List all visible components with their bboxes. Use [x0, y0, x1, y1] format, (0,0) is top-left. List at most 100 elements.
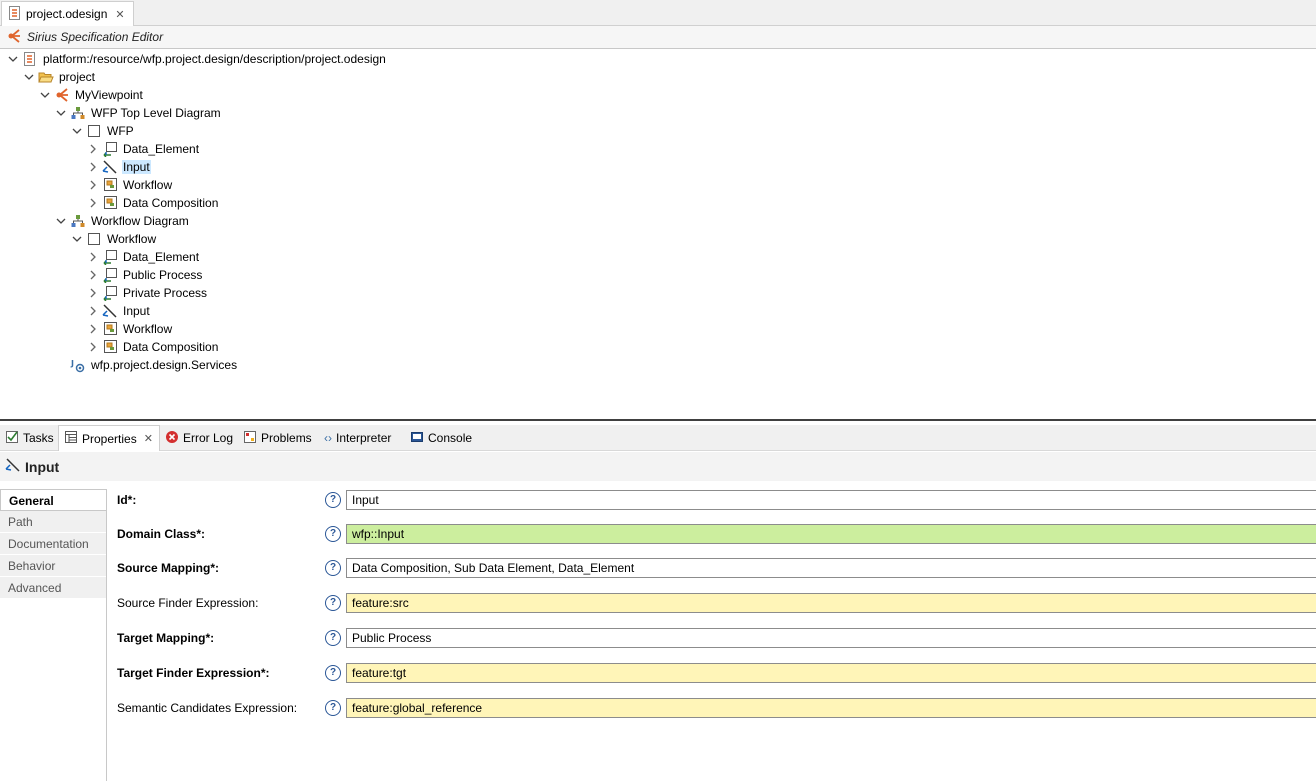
property-row-semantic-candidates-expression: Semantic Candidates Expression: ? featur… — [107, 698, 1316, 720]
folder-open-icon — [38, 69, 54, 85]
tree-node[interactable]: Data_Element — [88, 248, 200, 266]
chevron-right-icon[interactable] — [88, 270, 98, 280]
tree-node-label: Data_Element — [123, 250, 200, 264]
layer-icon — [86, 231, 102, 247]
chevron-right-icon[interactable] — [88, 324, 98, 334]
semantic-candidates-expression-field[interactable]: feature:global_reference — [346, 698, 1316, 718]
diagram-icon — [70, 105, 86, 121]
chevron-down-icon[interactable] — [72, 126, 82, 136]
target-mapping-field[interactable]: Public Process — [346, 628, 1316, 648]
layer-icon — [86, 123, 102, 139]
relation-edge-icon — [102, 303, 118, 319]
tab-interpreter[interactable]: ‹› Interpreter — [324, 425, 391, 451]
chevron-right-icon[interactable] — [88, 342, 98, 352]
chevron-right-icon[interactable] — [88, 162, 98, 172]
odesign-file-icon — [8, 5, 22, 23]
property-label: Id*: — [117, 493, 137, 507]
side-tab-documentation[interactable]: Documentation — [0, 533, 106, 555]
property-label: Target Mapping*: — [117, 631, 215, 645]
close-icon[interactable]: ✕ — [144, 432, 153, 445]
help-icon[interactable]: ? — [325, 665, 341, 681]
help-icon[interactable]: ? — [325, 700, 341, 716]
tree-node[interactable]: Workflow Diagram — [56, 212, 190, 230]
tree-node[interactable]: WFP Top Level Diagram — [56, 104, 222, 122]
chevron-right-icon[interactable] — [88, 306, 98, 316]
tree-node-label: Input — [123, 304, 150, 318]
property-label: Domain Class*: — [117, 527, 206, 541]
chevron-down-icon[interactable] — [56, 216, 66, 226]
tree-node-label: project — [59, 70, 96, 84]
sirius-icon — [7, 28, 21, 46]
tree-node[interactable]: Private Process — [88, 284, 208, 302]
chevron-down-icon[interactable] — [40, 90, 50, 100]
side-tab-advanced[interactable]: Advanced — [0, 577, 106, 599]
tab-tasks[interactable]: Tasks — [5, 425, 54, 451]
property-label: Source Mapping*: — [117, 561, 220, 575]
chevron-right-icon[interactable] — [88, 180, 98, 190]
tree-node[interactable]: Input — [88, 158, 151, 176]
tree-node[interactable]: project — [24, 68, 96, 86]
editor-subtitle-bar: Sirius Specification Editor — [0, 26, 1316, 49]
help-icon[interactable]: ? — [325, 560, 341, 576]
properties-side-tabs: General Path Documentation Behavior Adva… — [0, 489, 107, 781]
tree-node[interactable]: Data_Element — [88, 140, 200, 158]
property-label: Target Finder Expression*: — [117, 666, 270, 680]
edge-mapping-icon — [102, 267, 118, 283]
sash[interactable] — [0, 419, 1316, 421]
tree-node[interactable]: Input — [88, 302, 151, 320]
edge-mapping-icon — [102, 141, 118, 157]
tab-label: Console — [428, 431, 473, 445]
target-finder-expression-field[interactable]: feature:tgt — [346, 663, 1316, 683]
tree-node[interactable]: Workflow — [72, 230, 157, 248]
chevron-right-icon[interactable] — [88, 288, 98, 298]
chevron-down-icon[interactable] — [56, 108, 66, 118]
tree-node-label: Data_Element — [123, 142, 200, 156]
property-row-id: Id*: ? Input — [107, 490, 1316, 512]
chevron-right-icon[interactable] — [88, 144, 98, 154]
tree-node-label: MyViewpoint — [75, 88, 143, 102]
tab-problems[interactable]: Problems — [243, 425, 312, 451]
tree-node[interactable]: Data Composition — [88, 194, 219, 212]
help-icon[interactable]: ? — [325, 630, 341, 646]
tab-properties[interactable]: Properties ✕ — [58, 425, 160, 451]
editor-tab-project-odesign[interactable]: project.odesign ✕ — [1, 1, 134, 26]
tab-console[interactable]: Console — [410, 425, 472, 451]
tree-node[interactable]: Workflow — [88, 320, 173, 338]
help-icon[interactable]: ? — [325, 526, 341, 542]
chevron-right-icon[interactable] — [88, 198, 98, 208]
chevron-down-icon[interactable] — [72, 234, 82, 244]
chevron-down-icon[interactable] — [24, 72, 34, 82]
chevron-down-icon[interactable] — [8, 54, 18, 64]
close-icon[interactable]: ✕ — [115, 8, 124, 21]
source-mapping-field[interactable]: Data Composition, Sub Data Element, Data… — [346, 558, 1316, 578]
tree-node[interactable]: Public Process — [88, 266, 203, 284]
tree-node[interactable]: MyViewpoint — [40, 86, 144, 104]
help-icon[interactable]: ? — [325, 492, 341, 508]
source-finder-expression-field[interactable]: feature:src — [346, 593, 1316, 613]
id-field[interactable]: Input — [346, 490, 1316, 510]
tree-node[interactable]: Workflow — [88, 176, 173, 194]
tree-node-label: Workflow — [107, 232, 157, 246]
properties-title-bar: Input — [0, 452, 1316, 481]
domain-class-field[interactable]: wfp::Input — [346, 524, 1316, 544]
odesign-tree[interactable]: platform:/resource/wfp.project.design/de… — [0, 49, 1316, 419]
edge-mapping-icon — [102, 249, 118, 265]
tree-node[interactable]: platform:/resource/wfp.project.design/de… — [8, 50, 387, 68]
side-tab-general[interactable]: General — [0, 489, 106, 511]
tree-node[interactable]: J wfp.project.design.Services — [56, 356, 238, 374]
tree-node-label: Private Process — [123, 286, 208, 300]
tab-error-log[interactable]: Error Log — [165, 425, 233, 451]
tree-node-label: Data Composition — [123, 196, 219, 210]
tab-label: Properties — [82, 431, 137, 446]
tree-node[interactable]: Data Composition — [88, 338, 219, 356]
tree-node[interactable]: WFP — [72, 122, 135, 140]
tree-node-label: platform:/resource/wfp.project.design/de… — [43, 52, 386, 66]
view-tab-bar: Tasks Properties ✕ Error Log Problems ‹›… — [0, 425, 1316, 451]
help-icon[interactable]: ? — [325, 595, 341, 611]
container-mapping-icon — [102, 339, 118, 355]
tree-node-label: Data Composition — [123, 340, 219, 354]
side-tab-path[interactable]: Path — [0, 511, 106, 533]
chevron-right-icon[interactable] — [88, 252, 98, 262]
properties-title: Input — [25, 458, 60, 475]
side-tab-behavior[interactable]: Behavior — [0, 555, 106, 577]
